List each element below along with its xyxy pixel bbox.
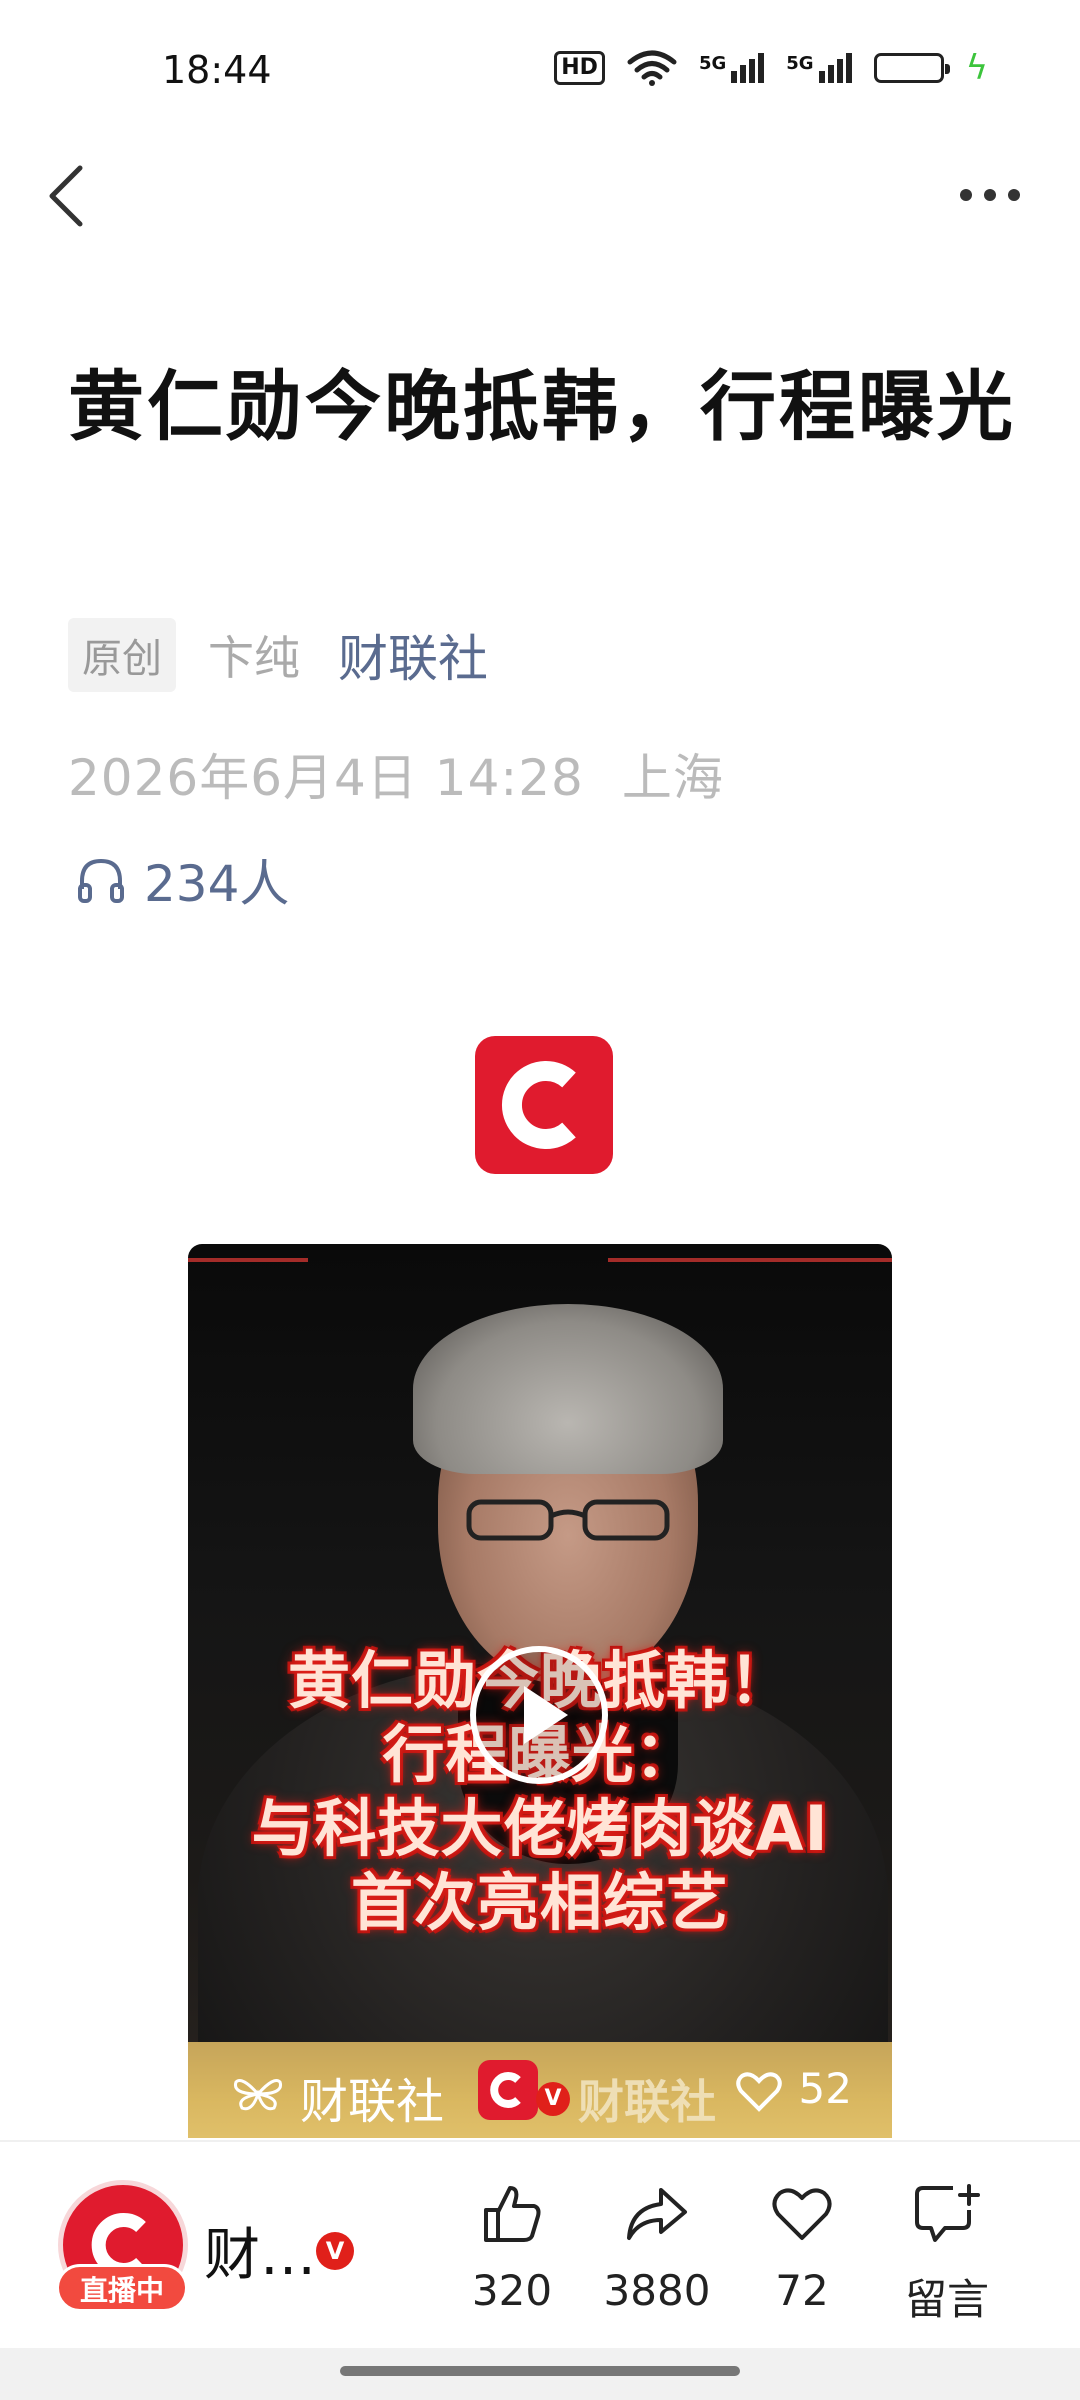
more-dots-icon: [960, 189, 1020, 201]
play-button[interactable]: [468, 1644, 610, 1786]
charging-icon: ϟ: [965, 48, 988, 88]
home-indicator[interactable]: [340, 2366, 740, 2376]
source-name[interactable]: 财联社: [338, 619, 488, 691]
like-button[interactable]: 320: [437, 2182, 587, 2315]
share-icon: [627, 2188, 687, 2240]
neon-line: [188, 1258, 308, 1262]
comment-add-icon: [915, 2184, 980, 2242]
hd-icon: HD: [554, 51, 605, 85]
headphones-icon: [78, 858, 124, 903]
status-bar: 18:44 HD 5G 5G ϟ: [0, 0, 1080, 140]
comment-label: 留言: [904, 2275, 989, 2324]
like-count: 320: [471, 2266, 553, 2315]
video-person-glasses: [466, 1499, 670, 1541]
bottom-action-bar: 直播中 财… V 320 3880 72 留言: [0, 2140, 1080, 2350]
chevron-left-icon: [49, 165, 83, 227]
play-icon: [470, 1646, 608, 1784]
video-brand-text: 财联社: [578, 2075, 716, 2129]
signal-1-icon: 5G: [699, 53, 765, 83]
favorite-count: 72: [775, 2266, 829, 2315]
share-count: 3880: [603, 2266, 711, 2315]
account-name[interactable]: 财…: [204, 2210, 316, 2291]
video-channel-name: 财联社: [300, 2074, 445, 2130]
video-brand-logo-icon: [478, 2060, 538, 2120]
favorite-button[interactable]: 72: [727, 2182, 877, 2315]
publish-location: 上海: [621, 749, 724, 807]
comment-button[interactable]: 留言: [872, 2182, 1022, 2327]
author-name[interactable]: 卞纯: [208, 622, 300, 688]
thumbs-up-icon: [484, 2186, 541, 2242]
live-badge[interactable]: 直播中: [56, 2264, 188, 2312]
listener-count: 234人: [144, 855, 290, 913]
verified-badge: V: [536, 2082, 570, 2116]
wifi-icon: [627, 50, 677, 86]
publish-date: 2026年6月4日 14:28: [68, 749, 584, 807]
video-player[interactable]: 黄仁勋今晚抵韩！ 行程曝光： 与科技大佬烤肉谈AI 首次亮相综艺 财联社 V 财…: [188, 1244, 892, 2138]
status-icons: HD 5G 5G ϟ: [554, 50, 988, 86]
original-tag: 原创: [68, 618, 176, 692]
article-title: 黄仁勋今晚抵韩，行程曝光: [68, 362, 1016, 451]
caption-line: 首次亮相综艺: [350, 1866, 729, 1939]
heart-icon: [772, 2188, 832, 2240]
publish-info: 2026年6月4日 14:28 上海: [68, 738, 724, 810]
neon-line: [608, 1258, 892, 1262]
verified-badge: V: [316, 2232, 354, 2270]
listen-count[interactable]: 234人: [76, 844, 289, 916]
video-person-hair: [413, 1304, 723, 1474]
back-button[interactable]: [40, 160, 100, 230]
video-footer: 财联社 V 财联社 52: [188, 2042, 892, 2138]
share-button[interactable]: 3880: [582, 2182, 732, 2315]
c-letter-icon: [502, 1061, 576, 1149]
signal-2-icon: 5G: [786, 53, 852, 83]
video-like-count: 52: [798, 2064, 852, 2113]
channel-butterfly-icon: [233, 2079, 283, 2111]
battery-icon: [873, 53, 950, 83]
caption-line: 与科技大佬烤肉谈AI: [251, 1792, 829, 1865]
more-button[interactable]: [950, 170, 1030, 220]
heart-icon[interactable]: [736, 2072, 782, 2112]
status-time: 18:44: [162, 48, 272, 92]
article-meta: 原创 卞纯 财联社: [68, 618, 488, 692]
cls-logo-icon: [475, 1036, 613, 1174]
